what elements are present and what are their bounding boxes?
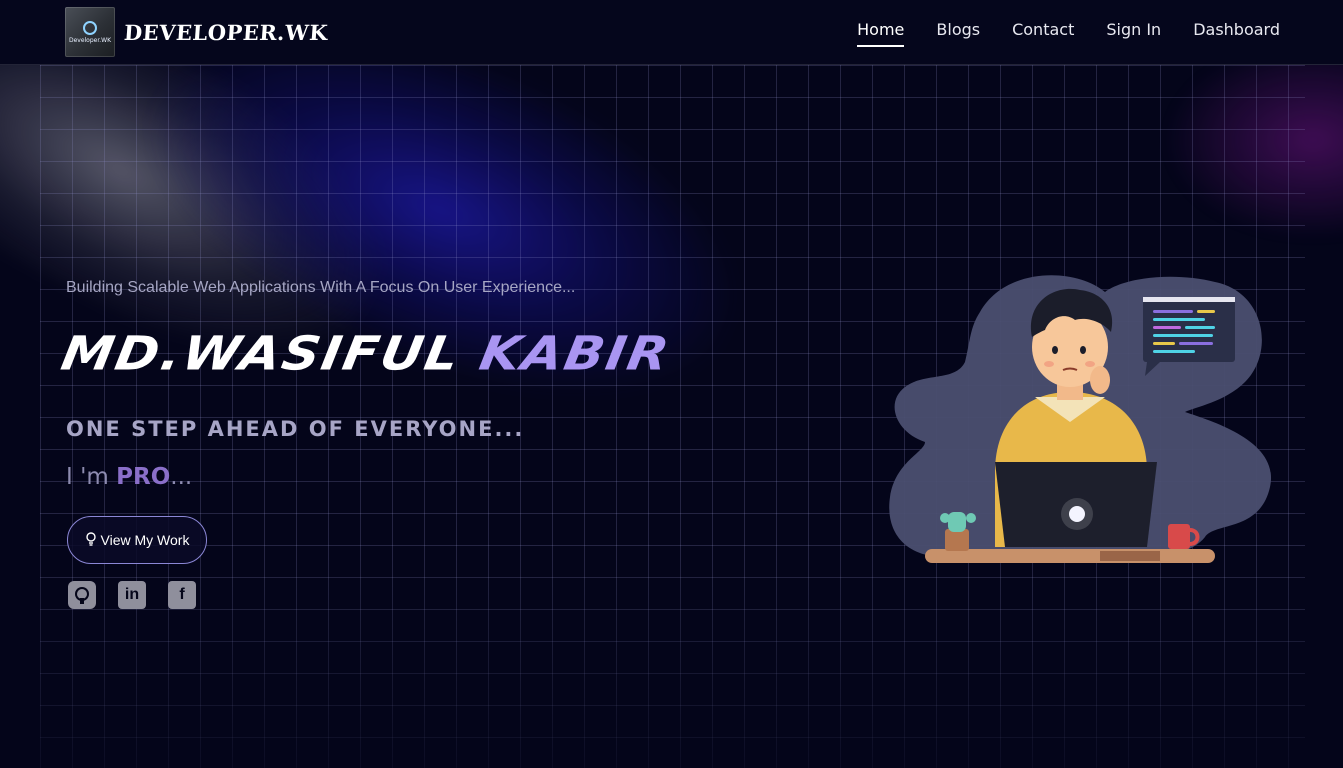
hero-slogan: ONE STEP AHEAD OF EVERYONE... — [66, 417, 525, 441]
linkedin-icon[interactable]: in — [118, 581, 146, 609]
navbar: Developer.WK DEVELOPER.WK Home Blogs Con… — [0, 0, 1343, 65]
nav-sign-in[interactable]: Sign In — [1106, 20, 1161, 47]
hero-role-suffix: ... — [170, 464, 193, 490]
hero-name-first: MD.WASIFUL — [57, 327, 485, 381]
nav-contact[interactable]: Contact — [1012, 20, 1074, 47]
nav-home[interactable]: Home — [857, 20, 905, 47]
nav-blogs[interactable]: Blogs — [936, 20, 980, 47]
hero-name-accent: KABIR — [475, 327, 675, 381]
social-links: in f — [68, 581, 196, 609]
lightbulb-icon — [85, 531, 97, 549]
developer-illustration — [885, 272, 1275, 572]
brand[interactable]: Developer.WK DEVELOPER.WK — [65, 7, 329, 57]
logo-text: Developer.WK — [68, 36, 112, 44]
view-my-work-button[interactable]: View My Work — [67, 516, 207, 564]
hero-tagline: Building Scalable Web Applications With … — [66, 279, 576, 296]
hero-name: MD.WASIFUL KABIR — [57, 327, 674, 381]
hero-role-prefix: I 'm — [66, 464, 117, 490]
nav-dashboard[interactable]: Dashboard — [1193, 20, 1280, 47]
hero-role: I 'm PRO... — [66, 464, 192, 490]
view-my-work-label: View My Work — [100, 532, 190, 548]
facebook-icon[interactable]: f — [168, 581, 196, 609]
brand-name: DEVELOPER.WK — [123, 19, 329, 45]
hero-role-strong: PRO — [116, 464, 171, 490]
page: Developer.WK DEVELOPER.WK Home Blogs Con… — [0, 0, 1343, 768]
brand-logo: Developer.WK — [65, 7, 115, 57]
logo-mark-icon — [83, 20, 97, 35]
main-nav: Home Blogs Contact Sign In Dashboard — [857, 20, 1280, 47]
github-icon[interactable] — [68, 581, 96, 609]
